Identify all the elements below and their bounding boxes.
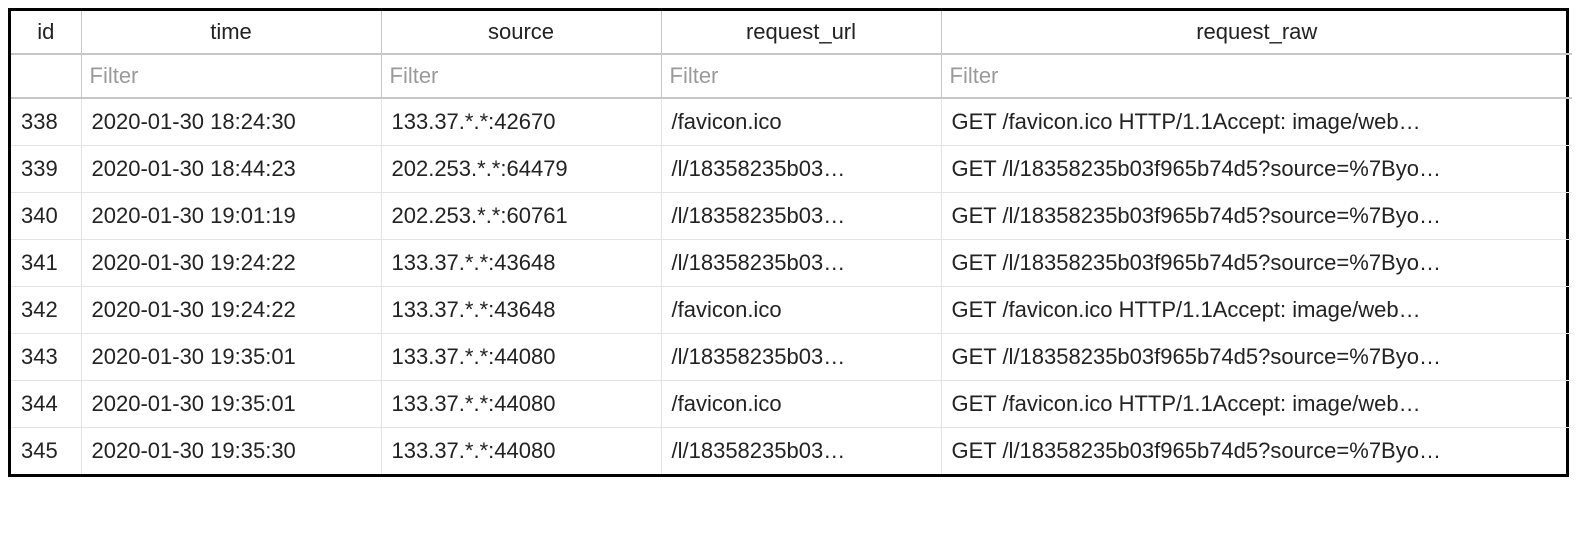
cell-source: 202.253.*.*:60761 <box>381 193 661 240</box>
cell-time: 2020-01-30 19:24:22 <box>81 240 381 287</box>
filter-row <box>11 54 1572 98</box>
cell-id: 343 <box>11 334 81 381</box>
table-row[interactable]: 3382020-01-30 18:24:30133.37.*.*:42670/f… <box>11 98 1572 146</box>
cell-time: 2020-01-30 19:35:01 <box>81 381 381 428</box>
table-row[interactable]: 3422020-01-30 19:24:22133.37.*.*:43648/f… <box>11 287 1572 334</box>
cell-id: 344 <box>11 381 81 428</box>
column-header-request-url[interactable]: request_url <box>661 11 941 54</box>
cell-time: 2020-01-30 19:35:01 <box>81 334 381 381</box>
cell-id: 341 <box>11 240 81 287</box>
header-row: id time source request_url request_raw <box>11 11 1572 54</box>
cell-request-raw: GET /l/18358235b03f965b74d5?source=%7Byo… <box>941 146 1572 193</box>
cell-request-url: /favicon.ico <box>661 381 941 428</box>
cell-request-url: /l/18358235b03… <box>661 146 941 193</box>
table-row[interactable]: 3402020-01-30 19:01:19202.253.*.*:60761/… <box>11 193 1572 240</box>
cell-request-url: /l/18358235b03… <box>661 193 941 240</box>
cell-request-url: /l/18358235b03… <box>661 240 941 287</box>
column-header-id[interactable]: id <box>11 11 81 54</box>
column-header-source[interactable]: source <box>381 11 661 54</box>
cell-request-raw: GET /l/18358235b03f965b74d5?source=%7Byo… <box>941 428 1572 475</box>
cell-request-raw: GET /favicon.ico HTTP/1.1Accept: image/w… <box>941 98 1572 146</box>
table-row[interactable]: 3432020-01-30 19:35:01133.37.*.*:44080/l… <box>11 334 1572 381</box>
cell-request-url: /favicon.ico <box>661 287 941 334</box>
filter-input-time[interactable] <box>82 55 381 97</box>
cell-source: 133.37.*.*:44080 <box>381 428 661 475</box>
table-row[interactable]: 3452020-01-30 19:35:30133.37.*.*:44080/l… <box>11 428 1572 475</box>
cell-time: 2020-01-30 19:24:22 <box>81 287 381 334</box>
filter-input-request-url[interactable] <box>662 55 941 97</box>
cell-source: 133.37.*.*:43648 <box>381 287 661 334</box>
cell-request-url: /l/18358235b03… <box>661 428 941 475</box>
cell-request-url: /favicon.ico <box>661 98 941 146</box>
cell-source: 133.37.*.*:43648 <box>381 240 661 287</box>
cell-time: 2020-01-30 19:01:19 <box>81 193 381 240</box>
log-table: id time source request_url request_raw 3… <box>11 11 1572 474</box>
cell-source: 133.37.*.*:44080 <box>381 334 661 381</box>
cell-id: 340 <box>11 193 81 240</box>
table-row[interactable]: 3392020-01-30 18:44:23202.253.*.*:64479/… <box>11 146 1572 193</box>
cell-request-url: /l/18358235b03… <box>661 334 941 381</box>
cell-source: 133.37.*.*:44080 <box>381 381 661 428</box>
filter-input-request-raw[interactable] <box>942 55 1573 97</box>
column-header-request-raw[interactable]: request_raw <box>941 11 1572 54</box>
cell-request-raw: GET /l/18358235b03f965b74d5?source=%7Byo… <box>941 193 1572 240</box>
cell-time: 2020-01-30 18:24:30 <box>81 98 381 146</box>
cell-time: 2020-01-30 18:44:23 <box>81 146 381 193</box>
column-header-time[interactable]: time <box>81 11 381 54</box>
cell-request-raw: GET /favicon.ico HTTP/1.1Accept: image/w… <box>941 287 1572 334</box>
cell-id: 345 <box>11 428 81 475</box>
filter-input-source[interactable] <box>382 55 661 97</box>
log-table-container: id time source request_url request_raw 3… <box>8 8 1569 477</box>
cell-source: 202.253.*.*:64479 <box>381 146 661 193</box>
cell-request-raw: GET /l/18358235b03f965b74d5?source=%7Byo… <box>941 240 1572 287</box>
table-row[interactable]: 3412020-01-30 19:24:22133.37.*.*:43648/l… <box>11 240 1572 287</box>
cell-id: 338 <box>11 98 81 146</box>
cell-source: 133.37.*.*:42670 <box>381 98 661 146</box>
cell-request-raw: GET /l/18358235b03f965b74d5?source=%7Byo… <box>941 334 1572 381</box>
filter-cell-id <box>11 54 81 98</box>
table-row[interactable]: 3442020-01-30 19:35:01133.37.*.*:44080/f… <box>11 381 1572 428</box>
cell-request-raw: GET /favicon.ico HTTP/1.1Accept: image/w… <box>941 381 1572 428</box>
cell-time: 2020-01-30 19:35:30 <box>81 428 381 475</box>
cell-id: 339 <box>11 146 81 193</box>
cell-id: 342 <box>11 287 81 334</box>
